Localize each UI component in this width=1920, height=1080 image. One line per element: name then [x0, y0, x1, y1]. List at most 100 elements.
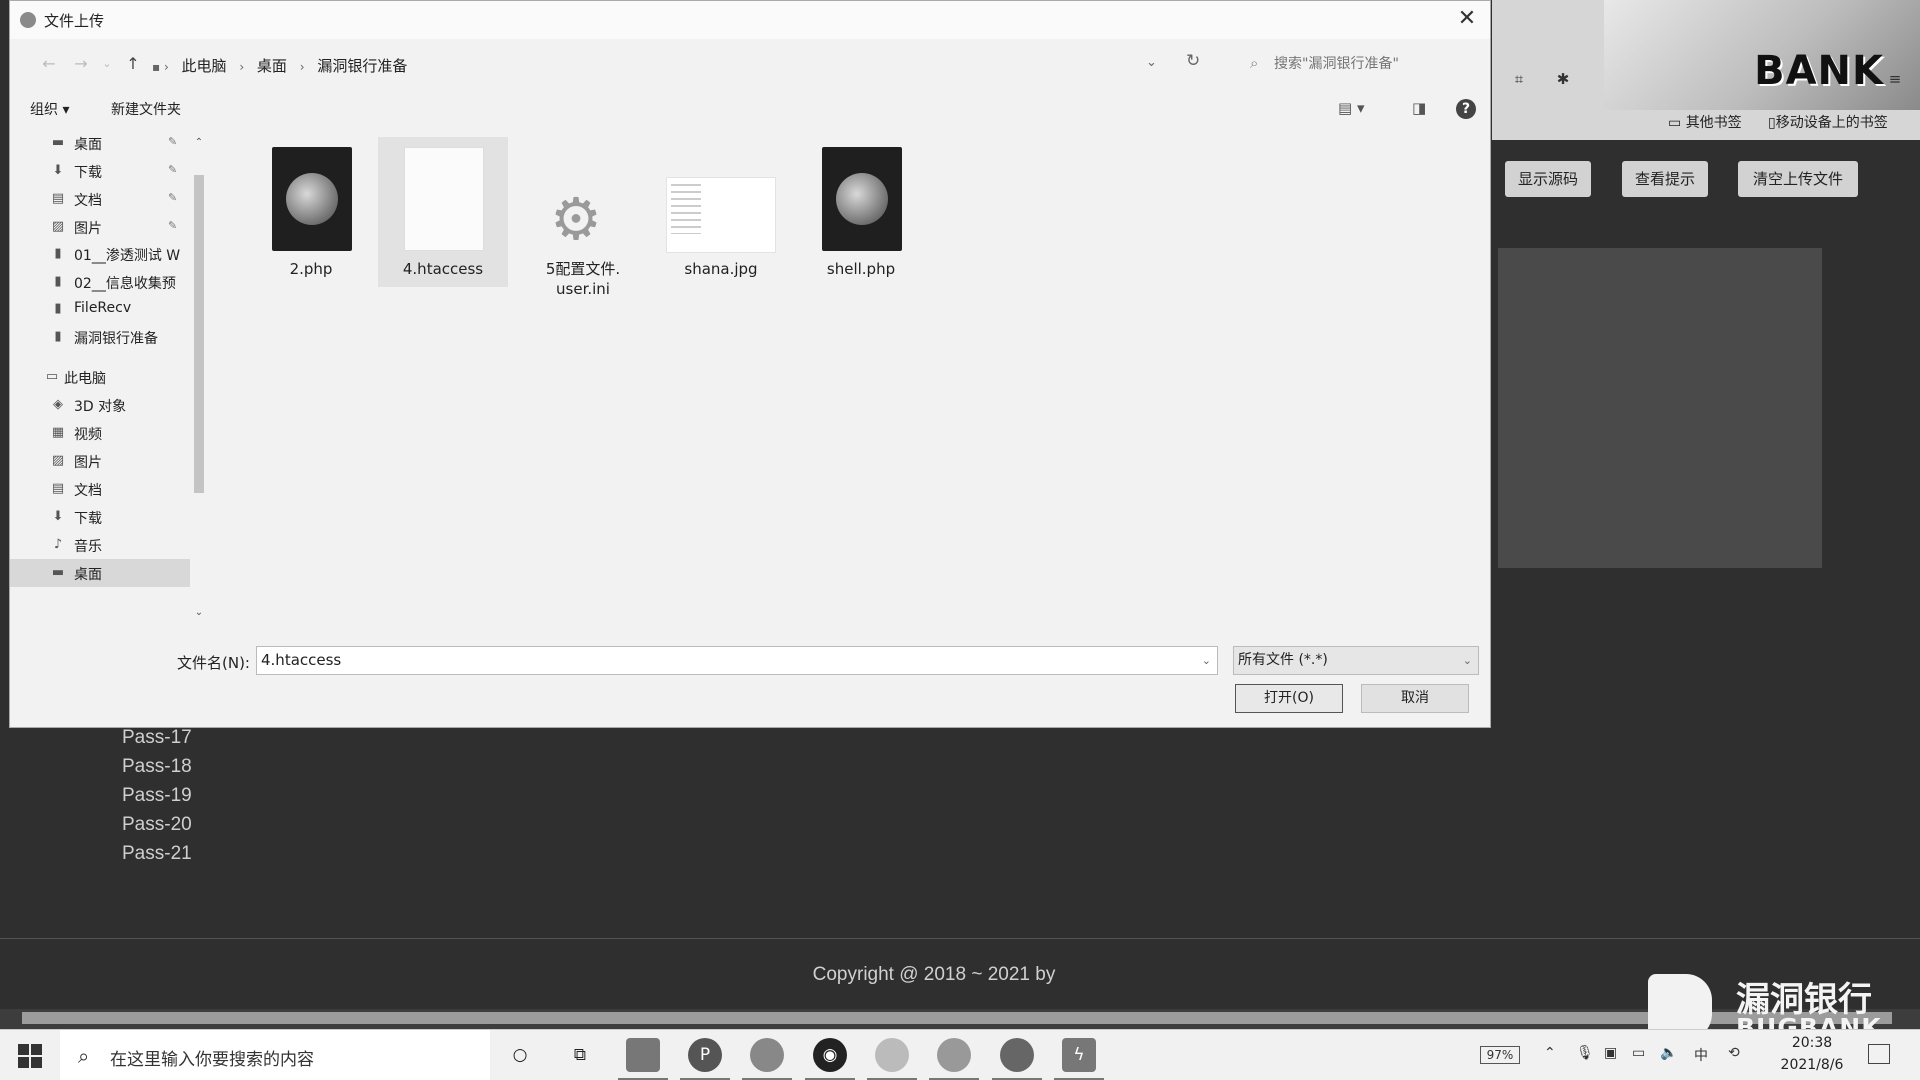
pass-link[interactable]: Pass-19 [122, 785, 192, 814]
scrollbar-thumb[interactable] [22, 1012, 1892, 1024]
nav-item-label: 下载 [74, 165, 102, 181]
organize-button[interactable]: 组织 ▾ [30, 99, 69, 119]
breadcrumb-item[interactable]: 漏洞银行准备 [317, 55, 407, 76]
file-item[interactable]: shell.php [796, 137, 926, 287]
nav-item[interactable]: ◈ 3D 对象 [10, 391, 190, 419]
app-icon[interactable] [992, 1038, 1042, 1080]
picture-icon: ▨ [51, 453, 65, 468]
browser-top-area: BANK ⌗ ✱ ≡ ▭ 其他书签 ▯移动设备上的书签 [1492, 0, 1920, 140]
file-item[interactable]: 2.php [246, 137, 376, 287]
nav-item[interactable]: ▤ 文档 ✎ [10, 185, 190, 213]
nav-item[interactable]: ▨ 图片 [10, 447, 190, 475]
recent-dropdown-icon[interactable]: ⌄ [96, 53, 118, 75]
app-avatar-icon[interactable] [867, 1038, 917, 1080]
chevron-up-icon[interactable]: ⌃ [1544, 1045, 1556, 1061]
nav-item[interactable]: ▮ 02__信息收集预 [10, 268, 190, 296]
view-options-button[interactable]: ▤ ▾ [1338, 99, 1364, 117]
chevron-down-icon[interactable]: ⌄ [1146, 55, 1157, 70]
scroll-down-icon[interactable]: ⌄ [193, 607, 205, 618]
nav-item[interactable]: ▮ 01__渗透测试 W [10, 240, 190, 268]
nav-item[interactable]: ▬ 桌面 ✎ [10, 129, 190, 157]
nav-item[interactable]: ▮ 漏洞银行准备 [10, 323, 190, 351]
up-arrow-icon[interactable]: ↑ [122, 53, 144, 75]
network-icon[interactable]: ▭ [1632, 1045, 1645, 1061]
dialog-titlebar[interactable]: 文件上传 ✕ [10, 1, 1490, 39]
lightning-app-icon[interactable]: ϟ [1054, 1038, 1104, 1080]
file-item[interactable]: 5配置文件. user.ini [518, 137, 648, 298]
nav-scrollbar[interactable]: ⌃ ⌄ [193, 137, 205, 618]
filename-label: 文件名(N): [177, 654, 250, 672]
nav-item[interactable]: ▨ 图片 ✎ [10, 213, 190, 241]
view-hint-button[interactable]: 查看提示 [1622, 161, 1708, 197]
nav-item[interactable]: ♪ 音乐 [10, 531, 190, 559]
nav-item[interactable]: ▤ 文档 [10, 475, 190, 503]
nav-item[interactable]: ▮ FileRecv [10, 295, 190, 323]
file-explorer-icon[interactable] [618, 1038, 668, 1080]
task-view-icon[interactable]: ⧉ [563, 1038, 597, 1072]
settings-file-icon [544, 147, 624, 253]
file-type-select[interactable]: 所有文件 (*.*) ⌄ [1233, 646, 1479, 675]
nav-item-label: 02__信息收集预 [74, 276, 176, 292]
microphone-icon[interactable]: 🎙 [1576, 1045, 1594, 1061]
cortana-icon[interactable]: ○ [503, 1038, 537, 1072]
cube-icon: ◈ [53, 397, 63, 412]
nav-item[interactable]: ⬇ 下载 ✎ [10, 157, 190, 185]
ime-icon[interactable]: 中 [1694, 1045, 1708, 1065]
chevron-down-icon[interactable]: ⌄ [1202, 647, 1211, 674]
app-tray-icon[interactable]: ▣ [1604, 1045, 1617, 1061]
search-input[interactable] [1274, 52, 1470, 76]
pass-link[interactable]: Pass-20 [122, 814, 192, 843]
nav-item[interactable]: ▬ 桌面 [10, 559, 190, 587]
clock-time[interactable]: 20:38 [1782, 1035, 1842, 1051]
clock-date[interactable]: 2021/8/6 [1770, 1057, 1854, 1073]
close-button[interactable]: ✕ [1444, 1, 1490, 39]
back-arrow-icon[interactable]: ← [38, 53, 60, 75]
show-source-button[interactable]: 显示源码 [1505, 161, 1591, 197]
cancel-button[interactable]: 取消 [1361, 684, 1469, 713]
folder-icon: ▮ [54, 301, 62, 316]
nav-item[interactable]: ▭ 此电脑 [10, 363, 190, 391]
scrollbar-thumb[interactable] [194, 175, 204, 493]
battery-indicator[interactable]: 97% [1480, 1046, 1520, 1064]
search-box[interactable]: ⌕ [1244, 51, 1474, 77]
powerpoint-icon[interactable]: P [680, 1038, 730, 1080]
breadcrumb[interactable]: ▪ › 此电脑 › 桌面 › 漏洞银行准备 [152, 55, 415, 75]
preview-pane-button[interactable]: ◨ [1412, 99, 1426, 117]
file-item[interactable]: 4.htaccess [378, 137, 508, 287]
dialog-title: 文件上传 [44, 12, 105, 30]
nav-item-label: 视频 [74, 427, 102, 443]
help-icon[interactable]: ? [1456, 99, 1476, 119]
scroll-up-icon[interactable]: ⌃ [193, 137, 205, 148]
firefox-icon[interactable] [929, 1038, 979, 1080]
clear-uploads-button[interactable]: 清空上传文件 [1738, 161, 1858, 197]
open-button[interactable]: 打开(O) [1235, 684, 1343, 713]
breadcrumb-item[interactable]: 桌面 [257, 55, 287, 76]
extension-icon[interactable]: ✱ [1554, 70, 1572, 88]
pass-link[interactable]: Pass-21 [122, 843, 192, 872]
crop-icon[interactable]: ⌗ [1510, 70, 1528, 88]
menu-icon[interactable]: ≡ [1886, 70, 1904, 88]
obs-icon[interactable]: ◉ [805, 1038, 855, 1080]
pass-link[interactable]: Pass-18 [122, 756, 192, 785]
filename-input[interactable]: 4.htaccess ⌄ [256, 646, 1218, 675]
blank-file-icon [404, 147, 484, 251]
nav-item[interactable]: ⬇ 下载 [10, 503, 190, 531]
nav-item[interactable]: ▦ 视频 [10, 419, 190, 447]
file-item[interactable]: shana.jpg [656, 137, 786, 287]
sync-icon[interactable]: ⟲ [1728, 1045, 1740, 1061]
windows-start-icon[interactable] [18, 1044, 42, 1068]
computer-small-icon: ▪ › [152, 60, 169, 74]
refresh-icon[interactable]: ↻ [1186, 51, 1200, 71]
breadcrumb-item[interactable]: 此电脑 [182, 55, 227, 76]
notification-icon[interactable] [1868, 1044, 1890, 1064]
new-folder-button[interactable]: 新建文件夹 [111, 99, 181, 119]
taskbar-search[interactable]: ⌕ 在这里输入你要搜索的内容 [60, 1030, 490, 1080]
nav-item-label: 文档 [74, 193, 102, 209]
bookmark-other[interactable]: ▭ 其他书签 [1668, 112, 1742, 132]
bookmark-mobile[interactable]: ▯移动设备上的书签 [1768, 112, 1888, 132]
pass-link[interactable]: Pass-17 [122, 727, 192, 756]
forward-arrow-icon[interactable]: → [70, 53, 92, 75]
volume-icon[interactable]: 🔈 [1660, 1045, 1677, 1061]
file-name: shell.php [826, 260, 896, 278]
chrome-icon[interactable] [742, 1038, 792, 1080]
